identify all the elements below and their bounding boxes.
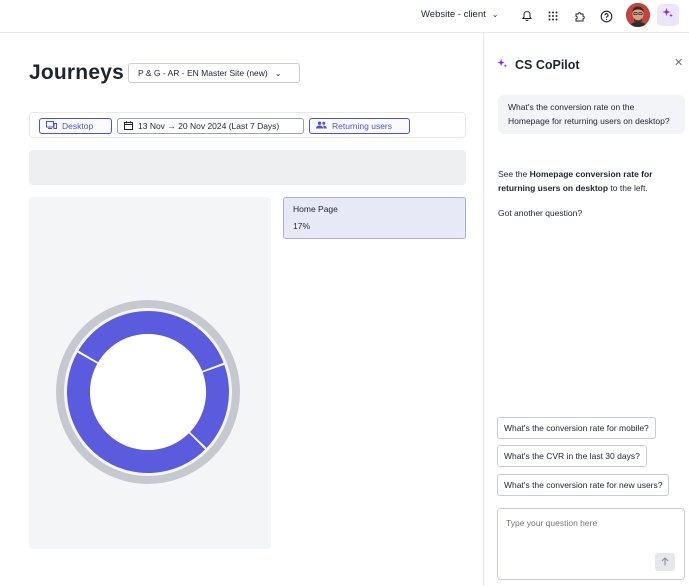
- close-icon[interactable]: ✕: [674, 56, 683, 69]
- copilot-title: CS CoPilot: [515, 58, 580, 72]
- sparkle-icon: [662, 6, 674, 24]
- copilot-panel: CS CoPilot ✕ What's the conversion rate …: [483, 33, 689, 586]
- suggestion-chip[interactable]: What's the CVR in the last 30 days?: [497, 445, 647, 467]
- journey-step-card[interactable]: Home Page 17%: [283, 197, 466, 239]
- workspace-label: Website - client: [421, 9, 486, 20]
- journey-step-title: Home Page: [293, 204, 338, 214]
- assistant-message: See the Homepage conversion rate for ret…: [498, 168, 678, 195]
- main-content: Journeys P & G - AR - EN Master Site (ne…: [0, 33, 483, 586]
- filter-bar: Desktop 13 Nov → 20 Nov 2024 (Last 7 Day…: [29, 112, 466, 138]
- donut-hole: [90, 334, 206, 450]
- arrow-up-icon: [661, 553, 669, 571]
- suggestion-chip[interactable]: What's the conversion rate for new users…: [497, 474, 670, 496]
- chart-panel: [29, 197, 271, 549]
- page-title: Journeys: [29, 61, 124, 84]
- help-icon[interactable]: [598, 8, 614, 24]
- device-filter-label: Desktop: [62, 121, 94, 131]
- devices-icon: [46, 121, 57, 131]
- user-message: What's the conversion rate on the Homepa…: [498, 95, 685, 134]
- assistant-message-prefix: See the: [498, 169, 530, 179]
- sparkle-icon: [497, 56, 508, 74]
- calendar-icon: [124, 120, 133, 132]
- date-range-chip[interactable]: 13 Nov → 20 Nov 2024 (Last 7 Days): [117, 118, 304, 134]
- grid-icon[interactable]: [545, 8, 561, 24]
- copilot-header: CS CoPilot: [497, 56, 580, 74]
- site-select[interactable]: P & G - AR - EN Master Site (new) ⌄: [128, 63, 300, 83]
- segment-filter-chip[interactable]: Returning users: [309, 118, 410, 134]
- conversion-donut-chart: [56, 300, 240, 484]
- site-select-value: P & G - AR - EN Master Site (new): [138, 68, 268, 78]
- send-button[interactable]: [655, 553, 675, 571]
- device-filter-chip[interactable]: Desktop: [39, 118, 112, 134]
- date-range-label: 13 Nov → 20 Nov 2024 (Last 7 Days): [138, 121, 280, 131]
- puzzle-icon[interactable]: [572, 8, 588, 24]
- users-icon: [316, 121, 327, 131]
- bell-icon[interactable]: [519, 8, 535, 24]
- top-bar: Website - client ⌄: [0, 0, 689, 33]
- assistant-followup: Got another question?: [498, 208, 583, 218]
- suggestion-chip[interactable]: What's the conversion rate for mobile?: [497, 417, 656, 439]
- chevron-down-icon: ⌄: [274, 68, 282, 78]
- copilot-toggle-button[interactable]: [657, 4, 679, 26]
- summary-placeholder-bar: [29, 150, 466, 185]
- assistant-message-suffix: to the left.: [608, 182, 648, 193]
- segment-filter-label: Returning users: [332, 121, 393, 131]
- chevron-down-icon: ⌄: [491, 10, 499, 19]
- avatar[interactable]: [626, 3, 650, 27]
- journey-step-value: 17%: [293, 221, 311, 231]
- workspace-selector[interactable]: Website - client ⌄: [421, 9, 498, 20]
